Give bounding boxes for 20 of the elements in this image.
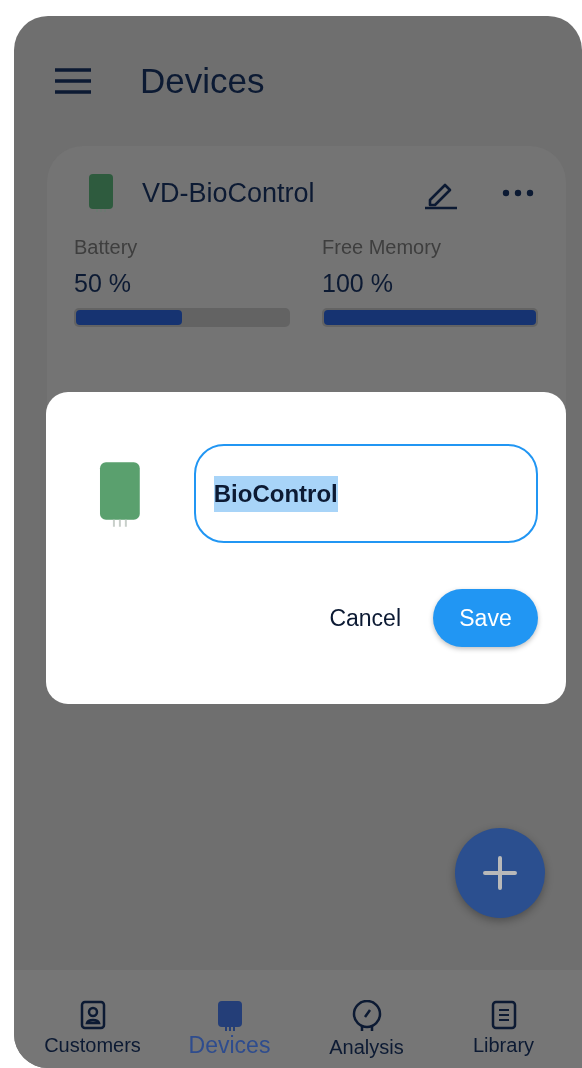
menu-icon[interactable] bbox=[54, 68, 92, 94]
save-button[interactable]: Save bbox=[433, 589, 538, 647]
device-name: VD-BioControl bbox=[142, 177, 316, 209]
more-icon[interactable] bbox=[502, 189, 534, 197]
metric-value: 100 % bbox=[322, 269, 394, 298]
gauge-icon bbox=[350, 1000, 383, 1032]
nav-tab[interactable]: Customers bbox=[32, 1000, 153, 1068]
page-title: Devices bbox=[140, 61, 265, 101]
person-icon bbox=[79, 1000, 106, 1030]
name-input-field[interactable]: BioControl bbox=[193, 444, 538, 543]
device-icon bbox=[88, 173, 114, 213]
cancel-button[interactable]: Cancel bbox=[329, 604, 401, 632]
device-icon bbox=[216, 1000, 243, 1032]
metric-value: 50 % bbox=[74, 269, 132, 298]
nav-tab[interactable]: Library bbox=[443, 1000, 564, 1068]
document-icon bbox=[490, 1000, 517, 1030]
add-button[interactable] bbox=[455, 828, 545, 918]
plus-icon bbox=[483, 856, 517, 890]
device-icon bbox=[98, 459, 142, 528]
nav-tab[interactable]: Analysis bbox=[306, 1000, 427, 1068]
